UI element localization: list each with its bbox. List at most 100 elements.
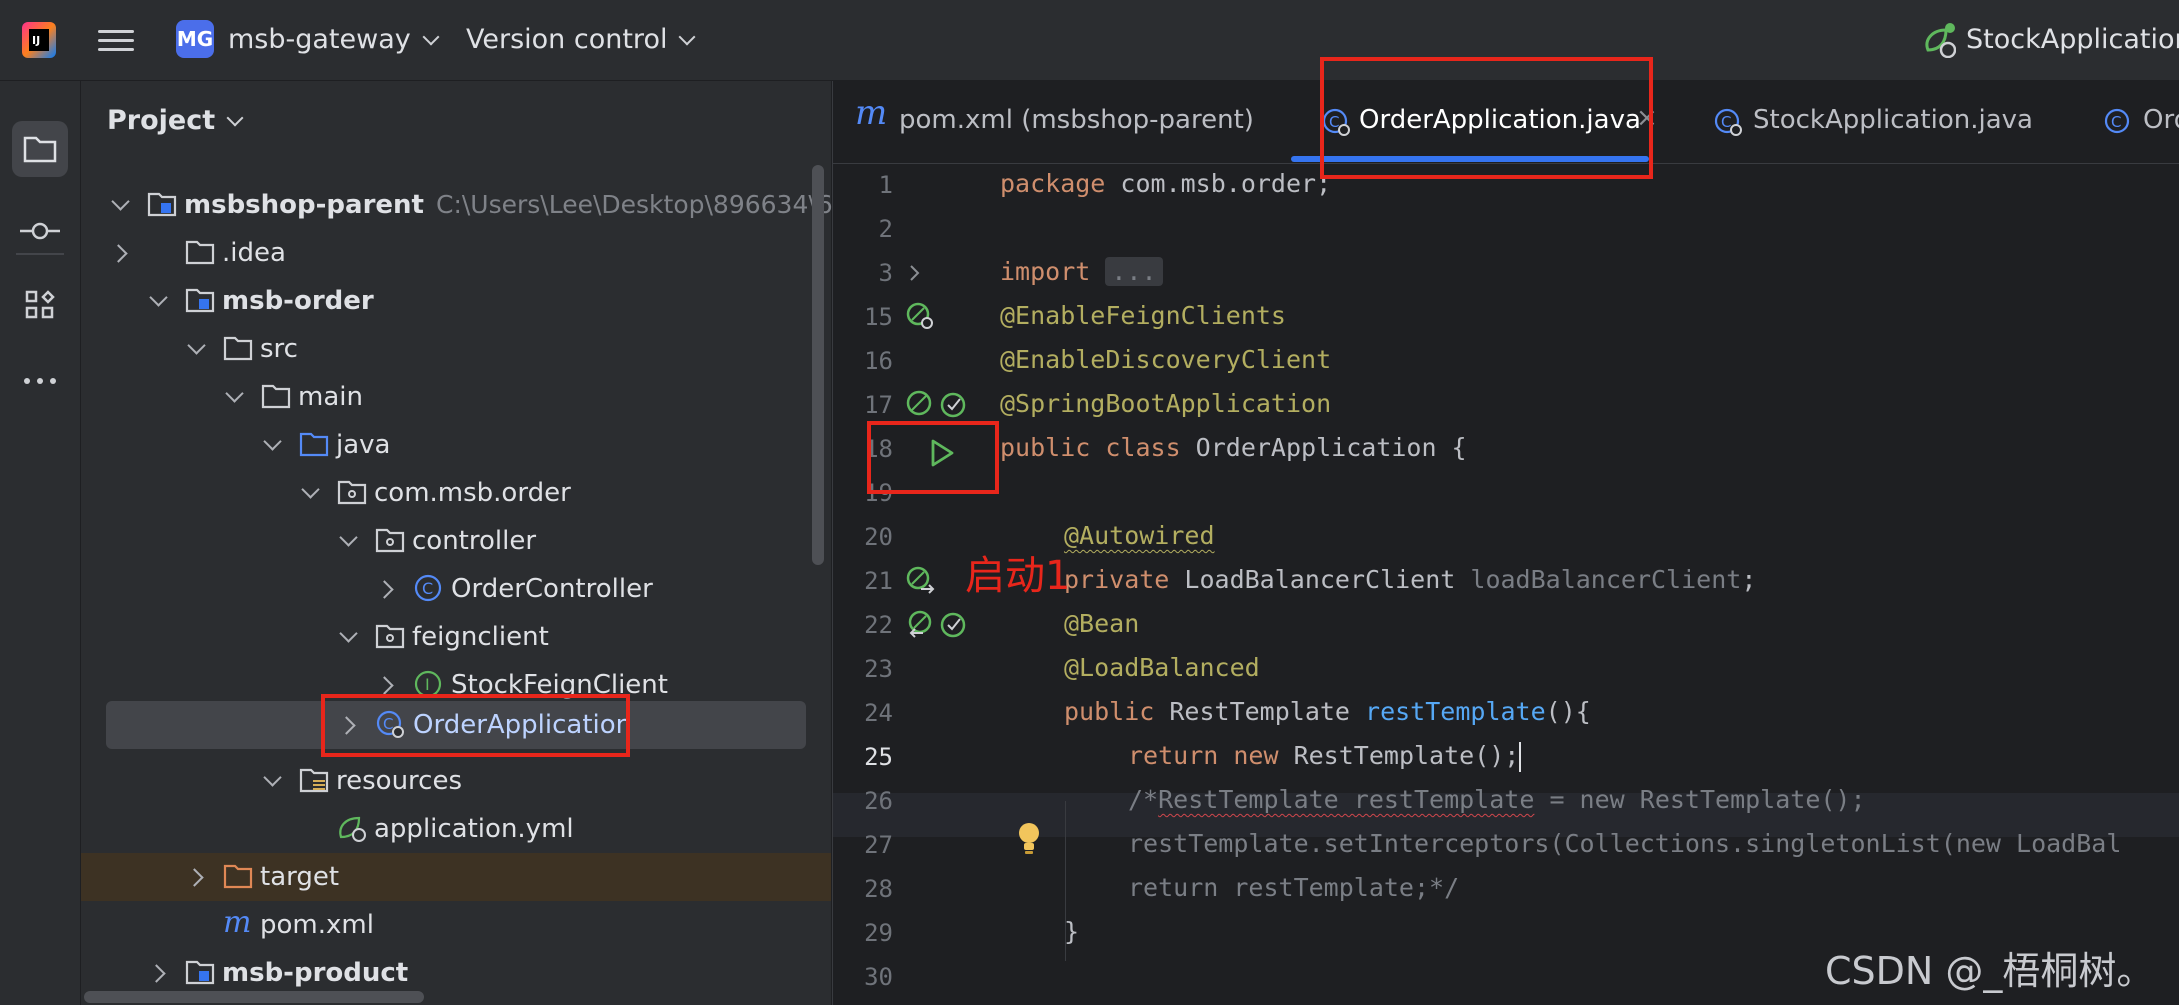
line-number: 15	[864, 303, 893, 331]
tab-label: StockApplication.java	[1753, 105, 2033, 135]
expand-arrow-icon[interactable]	[339, 624, 358, 643]
folded-imports[interactable]: ...	[1105, 257, 1163, 286]
fold-arrow-icon[interactable]	[903, 261, 927, 285]
tree-item-controller[interactable]: controller	[81, 517, 831, 565]
tree-item-label: .idea	[222, 238, 286, 268]
tree-item-msb-order[interactable]: msb-order	[81, 277, 831, 325]
expand-arrow-icon[interactable]	[263, 432, 282, 451]
module-folder-icon	[185, 288, 215, 313]
code-line-23: @LoadBalanced	[1064, 653, 1260, 682]
highlight-box-run-icon	[867, 421, 999, 494]
expand-arrow-icon[interactable]	[301, 480, 320, 499]
tree-item-label: target	[260, 862, 340, 892]
folder-icon	[23, 136, 57, 163]
expand-arrow-icon[interactable]	[111, 192, 130, 211]
line-number: 27	[864, 831, 893, 859]
spring-bean-icon[interactable]	[905, 389, 937, 421]
line-number: 20	[864, 523, 893, 551]
run-config-selector[interactable]: StockApplication	[1966, 24, 2179, 55]
module-path: C:\Users\Lee\Desktop\896634\6	[435, 190, 833, 219]
project-badge[interactable]: MG	[176, 20, 214, 58]
tree-item-resources[interactable]: resources	[81, 757, 831, 805]
excluded-folder-icon	[223, 864, 253, 889]
spring-class-icon: C	[1714, 108, 1742, 136]
intellij-logo-icon[interactable]: IJ	[20, 18, 60, 62]
line-number: 21	[864, 567, 893, 595]
line-number-current: 25	[864, 743, 893, 771]
folder-icon	[185, 240, 215, 265]
commit-tool-button[interactable]	[12, 203, 68, 259]
project-panel-title[interactable]: Project	[107, 105, 244, 136]
code-line-22: @Bean	[1064, 609, 1140, 638]
horizontal-scrollbar[interactable]	[84, 991, 424, 1003]
tree-item-application-yml[interactable]: application.yml	[81, 805, 831, 853]
tree-item-ordercontroller[interactable]: C OrderController	[81, 565, 831, 613]
spring-config-icon	[339, 816, 366, 842]
tab-ord-truncated[interactable]: C Ord	[2103, 81, 2179, 163]
maven-icon: m	[855, 93, 888, 133]
line-number: 29	[864, 919, 893, 947]
expand-arrow-icon[interactable]	[149, 288, 168, 307]
tree-item-pom-xml[interactable]: m pom.xml	[81, 901, 831, 949]
line-number: 28	[864, 875, 893, 903]
resources-folder-icon	[299, 768, 329, 793]
expand-arrow-icon[interactable]	[339, 528, 358, 547]
tree-item-idea[interactable]: .idea	[81, 229, 831, 277]
code-line-16: @EnableDiscoveryClient	[1000, 345, 1332, 374]
project-switcher[interactable]: msb-gateway	[228, 24, 440, 55]
svg-text:C: C	[422, 579, 433, 598]
text-cursor	[1519, 742, 1522, 772]
tree-item-label: msb-product	[222, 958, 409, 988]
code-line-15: @EnableFeignClients	[1000, 301, 1286, 330]
module-folder-icon	[185, 960, 215, 985]
expand-arrow-icon[interactable]	[147, 964, 166, 983]
tree-item-msbshop-parent[interactable]: msbshop-parent C:\Users\Lee\Desktop\89663…	[81, 181, 833, 229]
tree-item-main[interactable]: main	[81, 373, 831, 421]
structure-tool-button[interactable]	[12, 277, 68, 333]
tab-stockapplication-java[interactable]: C StockApplication.java	[1713, 81, 2073, 163]
tab-label: Ord	[2143, 105, 2179, 135]
line-number: 16	[864, 347, 893, 375]
folder-icon	[261, 384, 291, 409]
code-area[interactable]: package com.msb.order; import ... @Enabl…	[1000, 163, 2179, 1005]
tree-item-target[interactable]: target	[81, 853, 831, 901]
expand-arrow-icon[interactable]	[185, 868, 204, 887]
line-number: 23	[864, 655, 893, 683]
tree-item-java[interactable]: java	[81, 421, 831, 469]
expand-arrow-icon[interactable]	[109, 244, 128, 263]
code-line-18: public class OrderApplication {	[1000, 433, 1467, 462]
vertical-scrollbar[interactable]	[812, 165, 824, 565]
code-line-27: restTemplate.setInterceptors(Collections…	[1128, 829, 2122, 858]
tree-item-src[interactable]: src	[81, 325, 831, 373]
line-number: 17	[864, 391, 893, 419]
spring-boot-icon[interactable]	[939, 609, 971, 641]
tree-item-msb-product[interactable]: msb-product	[81, 949, 831, 997]
line-number: 1	[878, 171, 893, 199]
bean-navigate-back-icon[interactable]	[905, 609, 937, 641]
tree-item-feignclient[interactable]: feignclient	[81, 613, 831, 661]
project-panel: Project msbshop-parent C:\Users\Lee\Deskt…	[81, 81, 833, 1005]
expand-arrow-icon[interactable]	[187, 336, 206, 355]
code-line-24: public RestTemplate restTemplate(){	[1064, 697, 1591, 726]
toolstrip-divider	[16, 253, 64, 255]
highlight-box-active-tab	[1320, 57, 1653, 179]
line-number: 24	[864, 699, 893, 727]
tree-item-package[interactable]: com.msb.order	[81, 469, 831, 517]
spring-bean-search-icon[interactable]	[905, 301, 937, 333]
project-tool-button[interactable]	[12, 121, 68, 177]
title-bar: IJ MG msb-gateway Version control StockA…	[0, 0, 2179, 81]
expand-arrow-icon[interactable]	[225, 384, 244, 403]
code-line-21: private LoadBalancerClient loadBalancerC…	[1064, 565, 1757, 594]
expand-arrow-icon[interactable]	[375, 580, 394, 599]
vcs-dropdown[interactable]: Version control	[466, 24, 696, 55]
tree-item-label: msbshop-parent C:\Users\Lee\Desktop\89663…	[184, 190, 833, 220]
more-tools-button[interactable]	[12, 353, 68, 409]
expand-arrow-icon[interactable]	[263, 768, 282, 787]
tree-item-label: resources	[336, 766, 463, 796]
expand-arrow-icon[interactable]	[375, 676, 394, 695]
autowired-navigate-icon[interactable]	[905, 565, 937, 597]
main-menu-icon[interactable]	[98, 24, 134, 56]
tab-pom-xml[interactable]: m pom.xml (msbshop-parent)	[855, 81, 1255, 163]
spring-boot-icon[interactable]	[939, 389, 971, 421]
code-line-29: }	[1064, 917, 1080, 946]
